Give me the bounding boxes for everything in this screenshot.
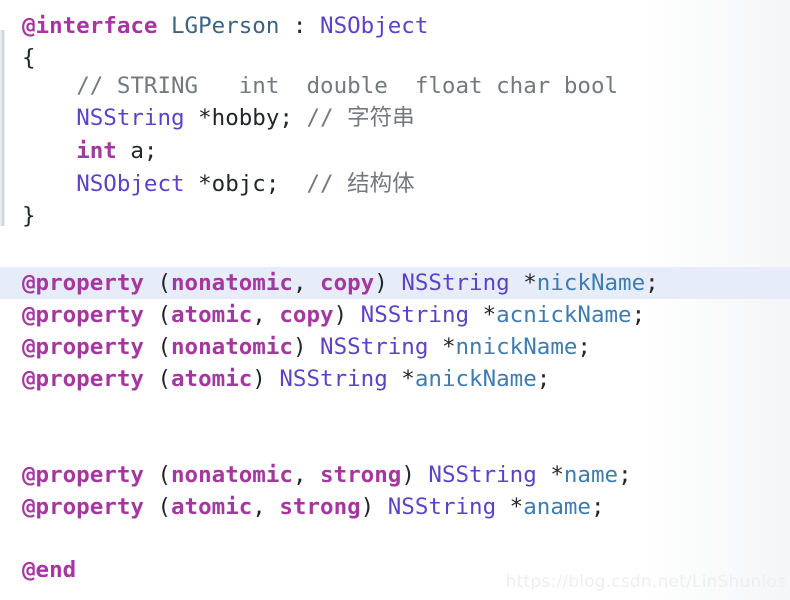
token-comment: // STRING int double float char bool xyxy=(76,73,619,99)
token-punctuation: * xyxy=(428,334,456,360)
code-line-9[interactable]: @property (nonatomic, copy) NSString *ni… xyxy=(0,267,790,299)
token-punctuation: ( xyxy=(143,462,172,488)
token-punctuation: ( xyxy=(143,270,172,296)
code-lines-container[interactable]: @interface LGPerson : NSObject { // STRIN… xyxy=(0,0,790,600)
token-property-attribute: strong xyxy=(320,462,402,488)
token-punctuation: , xyxy=(292,462,321,488)
token-property-attribute: atomic xyxy=(171,494,253,520)
token-punctuation xyxy=(22,138,76,164)
code-line-15[interactable]: @property (nonatomic, strong) NSString *… xyxy=(0,459,790,491)
token-punctuation: * xyxy=(469,302,497,328)
token-punctuation: ) xyxy=(292,334,321,360)
token-keyword: @end xyxy=(22,557,77,583)
token-punctuation: ; xyxy=(618,462,632,488)
token-property-attribute: nonatomic xyxy=(171,334,293,360)
code-line-16[interactable]: @property (atomic, strong) NSString *ana… xyxy=(0,491,790,523)
token-property-name: aname xyxy=(523,494,591,520)
token-comment: // 字符串 xyxy=(306,105,415,131)
token-punctuation: ( xyxy=(143,366,172,392)
token-punctuation: * xyxy=(496,494,524,520)
token-punctuation xyxy=(22,105,76,131)
token-property-attribute: atomic xyxy=(171,302,253,328)
code-line-5[interactable]: int a; xyxy=(0,135,790,167)
token-punctuation: ; xyxy=(645,270,659,296)
token-punctuation xyxy=(157,13,171,39)
token-property-name: anickName xyxy=(414,366,537,392)
token-property-name: name xyxy=(563,462,619,488)
token-punctuation: ; xyxy=(590,494,605,520)
token-keyword: @property xyxy=(22,334,144,360)
token-punctuation xyxy=(22,171,76,197)
code-line-7[interactable]: } xyxy=(0,200,790,232)
code-line-14[interactable] xyxy=(0,427,790,459)
token-class-type: NSString xyxy=(360,302,470,328)
token-punctuation: *hobby; xyxy=(184,105,307,131)
token-punctuation: *objc; xyxy=(184,171,307,197)
code-line-6[interactable]: NSObject *objc; // 结构体 xyxy=(0,168,790,200)
token-keyword: @property xyxy=(22,462,144,488)
token-punctuation: : xyxy=(279,13,321,39)
code-line-12[interactable]: @property (atomic) NSString *anickName; xyxy=(0,363,790,395)
token-class-type: NSString xyxy=(279,366,388,392)
token-punctuation: * xyxy=(509,270,537,296)
token-property-attribute: copy xyxy=(279,302,334,328)
token-keyword: @property xyxy=(22,302,144,328)
code-line-8[interactable] xyxy=(0,232,790,264)
code-line-17[interactable] xyxy=(0,523,790,555)
code-editor-surface[interactable]: @interface LGPerson : NSObject { // STRIN… xyxy=(0,0,790,600)
code-line-18[interactable]: @end xyxy=(0,554,790,586)
token-punctuation: , xyxy=(252,494,280,520)
token-class-type: NSString xyxy=(76,105,185,131)
token-property-attribute: nonatomic xyxy=(171,270,293,296)
token-punctuation: } xyxy=(22,203,36,229)
token-punctuation: ( xyxy=(143,494,172,520)
token-keyword: @property xyxy=(22,494,144,520)
token-punctuation: ) xyxy=(333,302,361,328)
code-line-10[interactable]: @property (atomic, copy) NSString *acnic… xyxy=(0,299,790,331)
token-property-attribute: copy xyxy=(320,270,375,296)
token-class-type: NSObject xyxy=(76,171,185,197)
token-punctuation: * xyxy=(387,366,415,392)
token-punctuation: ) xyxy=(374,270,402,296)
token-punctuation: ) xyxy=(401,462,429,488)
token-class-type: NSObject xyxy=(320,13,429,39)
token-punctuation: ; xyxy=(577,334,591,360)
token-keyword: @property xyxy=(22,366,144,392)
token-punctuation: ; xyxy=(631,302,646,328)
token-property-attribute: atomic xyxy=(171,366,253,392)
token-punctuation: * xyxy=(536,462,564,488)
token-punctuation: { xyxy=(22,45,36,71)
token-class-type: NSString xyxy=(401,270,510,296)
token-class-type: NSString xyxy=(428,462,537,488)
token-keyword: int xyxy=(76,138,117,164)
token-punctuation: a; xyxy=(116,138,158,164)
token-class-type: NSString xyxy=(320,334,429,360)
token-class-type: NSString xyxy=(387,494,497,520)
code-fold-gutter[interactable] xyxy=(0,30,5,226)
token-punctuation: ) xyxy=(252,366,280,392)
code-line-11[interactable]: @property (nonatomic) NSString *nnickNam… xyxy=(0,331,790,363)
token-property-attribute: nonatomic xyxy=(171,462,293,488)
token-punctuation: ) xyxy=(360,494,388,520)
token-punctuation: , xyxy=(292,270,321,296)
token-punctuation xyxy=(22,73,76,99)
token-property-name: acnickName xyxy=(496,302,632,328)
token-punctuation: ( xyxy=(143,302,172,328)
token-punctuation: , xyxy=(252,302,280,328)
code-line-13[interactable] xyxy=(0,395,790,427)
token-punctuation: ; xyxy=(536,366,551,392)
code-line-4[interactable]: NSString *hobby; // 字符串 xyxy=(0,102,790,134)
token-keyword: @property xyxy=(22,270,144,296)
token-keyword: @interface xyxy=(22,13,158,39)
token-punctuation: ( xyxy=(143,334,172,360)
token-property-name: nnickName xyxy=(455,334,578,360)
code-line-3[interactable]: // STRING int double float char bool xyxy=(0,70,790,102)
code-line-1[interactable]: @interface LGPerson : NSObject xyxy=(0,10,790,42)
token-comment: // 结构体 xyxy=(306,171,415,197)
token-property-name: nickName xyxy=(536,270,646,296)
token-property-attribute: strong xyxy=(279,494,361,520)
token-class-name: LGPerson xyxy=(171,13,280,39)
